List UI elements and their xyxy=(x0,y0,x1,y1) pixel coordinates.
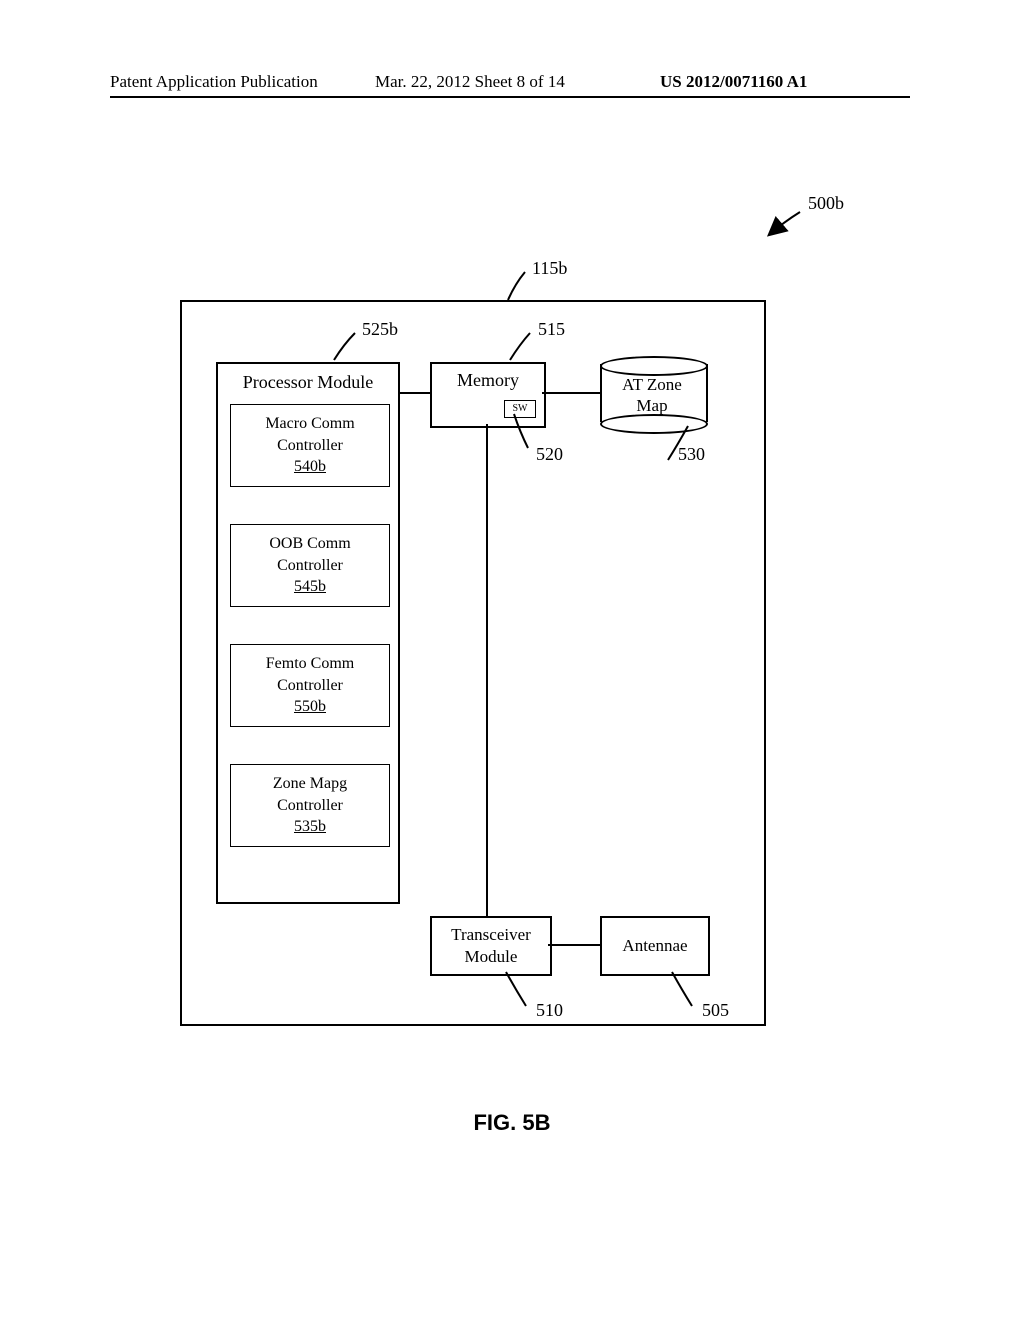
block-line2: Controller xyxy=(277,797,343,814)
block-line2: Controller xyxy=(277,437,343,454)
zone-mapg-controller-box: Zone Mapg Controller 535b xyxy=(230,764,390,847)
proc-mem-line xyxy=(398,392,430,394)
femto-comm-controller-box: Femto Comm Controller 550b xyxy=(230,644,390,727)
page: Patent Application Publication Mar. 22, … xyxy=(0,0,1024,1320)
block-line1: Macro Comm xyxy=(265,415,354,432)
header-right: US 2012/0071160 A1 xyxy=(660,72,807,92)
zonemap-l2: Map xyxy=(636,396,667,415)
ref-system: 500b xyxy=(808,193,844,214)
ref-transceiver: 510 xyxy=(536,1000,563,1021)
block-line2: Controller xyxy=(277,677,343,694)
ref-sw: 520 xyxy=(536,444,563,465)
transceiver-box: TransceiverModule xyxy=(430,916,552,976)
cylinder-top xyxy=(600,356,708,376)
block-ref: 540b xyxy=(294,458,326,475)
antennae-label: Antennae xyxy=(622,935,687,957)
memory-title: Memory xyxy=(432,370,544,391)
processor-module-box: Processor Module Macro Comm Controller 5… xyxy=(216,362,400,904)
device-box: Processor Module Macro Comm Controller 5… xyxy=(180,300,766,1026)
block-line1: Femto Comm xyxy=(266,655,354,672)
ref-memory: 515 xyxy=(538,319,565,340)
cylinder-bottom xyxy=(600,414,708,434)
header-left: Patent Application Publication xyxy=(110,72,318,92)
zonemap-l1: AT Zone xyxy=(622,375,682,394)
oob-comm-controller-box: OOB Comm Controller 545b xyxy=(230,524,390,607)
trx-ant-line xyxy=(548,944,600,946)
mem-trx-line xyxy=(486,424,488,916)
mem-zonemap-line xyxy=(542,392,600,394)
block-line2: Controller xyxy=(277,557,343,574)
transceiver-label: TransceiverModule xyxy=(451,924,531,968)
block-line1: OOB Comm xyxy=(269,535,350,552)
block-line1: Zone Mapg xyxy=(273,775,347,792)
ref-processor: 525b xyxy=(362,319,398,340)
block-ref: 545b xyxy=(294,578,326,595)
block-ref: 535b xyxy=(294,818,326,835)
ref-zonemap: 530 xyxy=(678,444,705,465)
cylinder-label: AT Zone Map xyxy=(600,374,704,417)
header-center: Mar. 22, 2012 Sheet 8 of 14 xyxy=(375,72,565,92)
ref-antennae: 505 xyxy=(702,1000,729,1021)
ref-main: 115b xyxy=(532,258,567,279)
processor-module-title: Processor Module xyxy=(218,372,398,393)
memory-box: Memory SW xyxy=(430,362,546,428)
sw-box: SW xyxy=(504,400,536,418)
at-zone-map-cylinder: AT Zone Map xyxy=(600,356,704,430)
header-rule xyxy=(110,96,910,98)
macro-comm-controller-box: Macro Comm Controller 540b xyxy=(230,404,390,487)
block-ref: 550b xyxy=(294,698,326,715)
figure-caption: FIG. 5B xyxy=(0,1110,1024,1136)
antennae-box: Antennae xyxy=(600,916,710,976)
